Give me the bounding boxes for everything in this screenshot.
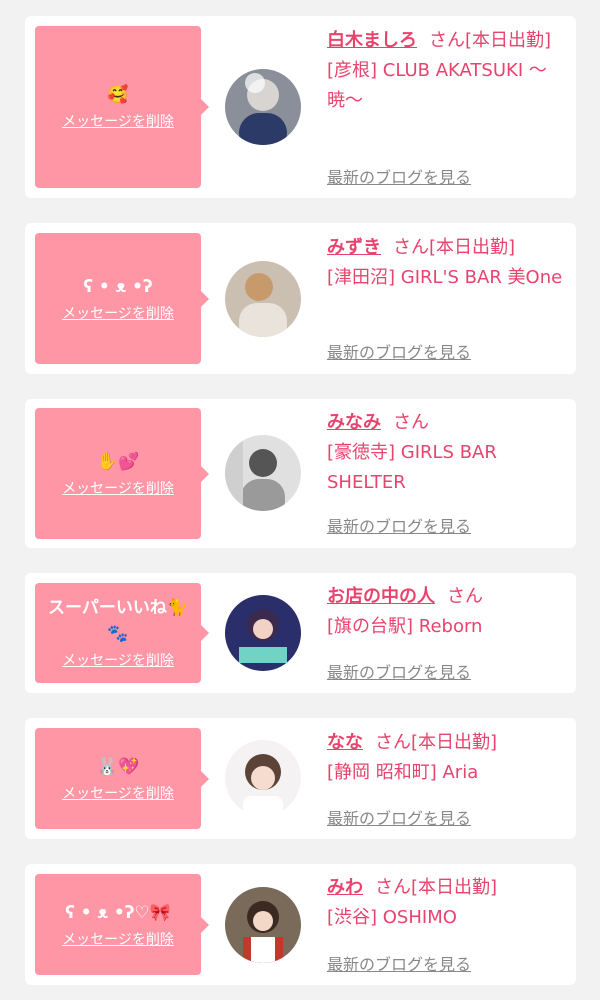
message-text: 🥰 <box>107 85 129 105</box>
list-item: 🐰💖 メッセージを削除 なな さん[本日出勤] [静岡 昭和町] Aria 最新の… <box>25 718 576 839</box>
shop-name: [渋谷] OSHIMO <box>327 907 457 928</box>
girl-info: なな さん[本日出勤] [静岡 昭和町] Aria <box>327 728 567 788</box>
shop-name: [豪徳寺] GIRLS BAR SHELTER <box>327 442 497 493</box>
girl-info: 白木ましろ さん[本日出勤] [彦根] CLUB AKATSUKI 〜暁〜 <box>327 26 567 116</box>
list-item: 🥰 メッセージを削除 白木ましろ さん[本日出勤] [彦根] CLUB AKATS… <box>25 16 576 198</box>
honorific: さん <box>447 586 483 607</box>
latest-blog-link[interactable]: 最新のブログを見る <box>327 339 471 363</box>
girl-info: みなみ さん [豪徳寺] GIRLS BAR SHELTER <box>327 408 567 498</box>
message-text: スーパーいいね🐈🐾 <box>48 598 188 644</box>
message-text: ✋💕 <box>96 451 140 472</box>
avatar[interactable] <box>225 740 301 816</box>
status-badge: [本日出勤] <box>465 30 552 51</box>
latest-blog-link[interactable]: 最新のブログを見る <box>327 513 471 537</box>
message-bubble: ʕ • ᴥ •ʔ♡🎀 メッセージを削除 <box>35 874 209 975</box>
latest-blog-link[interactable]: 最新のブログを見る <box>327 951 471 975</box>
latest-blog-link[interactable]: 最新のブログを見る <box>327 164 471 188</box>
message-text: ʕ • ᴥ •ʔ♡🎀 <box>65 902 171 923</box>
message-bubble: ʕ • ᴥ •ʔ メッセージを削除 <box>35 233 209 364</box>
delete-message-link[interactable]: メッセージを削除 <box>62 112 174 132</box>
girl-info: みずき さん[本日出勤] [津田沼] GIRL'S BAR 美One <box>327 233 567 293</box>
message-bubble: 🐰💖 メッセージを削除 <box>35 728 209 829</box>
list-item: ʕ • ᴥ •ʔ♡🎀 メッセージを削除 みわ さん[本日出勤] [渋谷] OSHI… <box>25 864 576 985</box>
message-text: ʕ • ᴥ •ʔ <box>83 276 153 297</box>
list-item: スーパーいいね🐈🐾 メッセージを削除 お店の中の人 さん [旗の台駅] Rebor… <box>25 573 576 693</box>
message-text: 🐰💖 <box>96 756 140 777</box>
message-bubble: 🥰 メッセージを削除 <box>35 26 209 188</box>
delete-message-link[interactable]: メッセージを削除 <box>62 304 174 324</box>
delete-message-link[interactable]: メッセージを削除 <box>62 930 174 950</box>
message-bubble: スーパーいいね🐈🐾 メッセージを削除 <box>35 583 209 683</box>
list-item: ʕ • ᴥ •ʔ メッセージを削除 みずき さん[本日出勤] [津田沼] GIRL… <box>25 223 576 374</box>
avatar[interactable] <box>225 69 301 145</box>
avatar[interactable] <box>225 595 301 671</box>
girl-info: みわ さん[本日出勤] [渋谷] OSHIMO <box>327 873 567 933</box>
latest-blog-link[interactable]: 最新のブログを見る <box>327 659 471 683</box>
avatar[interactable] <box>225 435 301 511</box>
girl-info: お店の中の人 さん [旗の台駅] Reborn <box>327 582 567 642</box>
status-badge: [本日出勤] <box>429 237 516 258</box>
status-badge: [本日出勤] <box>411 732 498 753</box>
shop-name: [彦根] CLUB AKATSUKI 〜暁〜 <box>327 60 547 111</box>
girl-name-link[interactable]: みわ <box>327 877 363 898</box>
avatar[interactable] <box>225 887 301 963</box>
girl-name-link[interactable]: お店の中の人 <box>327 586 435 607</box>
shop-name: [静岡 昭和町] Aria <box>327 762 479 783</box>
girl-name-link[interactable]: なな <box>327 732 363 753</box>
honorific: さん <box>375 732 411 753</box>
honorific: さん <box>393 237 429 258</box>
girl-name-link[interactable]: みずき <box>327 237 381 258</box>
honorific: さん <box>393 412 429 433</box>
latest-blog-link[interactable]: 最新のブログを見る <box>327 805 471 829</box>
delete-message-link[interactable]: メッセージを削除 <box>62 651 174 671</box>
girl-name-link[interactable]: みなみ <box>327 412 381 433</box>
honorific: さん <box>375 877 411 898</box>
list-item: ✋💕 メッセージを削除 みなみ さん [豪徳寺] GIRLS BAR SHELTE… <box>25 399 576 548</box>
avatar[interactable] <box>225 261 301 337</box>
status-badge: [本日出勤] <box>411 877 498 898</box>
girl-name-link[interactable]: 白木ましろ <box>327 30 417 51</box>
shop-name: [津田沼] GIRL'S BAR 美One <box>327 267 563 288</box>
message-bubble: ✋💕 メッセージを削除 <box>35 408 209 539</box>
honorific: さん <box>429 30 465 51</box>
delete-message-link[interactable]: メッセージを削除 <box>62 479 174 499</box>
delete-message-link[interactable]: メッセージを削除 <box>62 784 174 804</box>
shop-name: [旗の台駅] Reborn <box>327 616 483 637</box>
